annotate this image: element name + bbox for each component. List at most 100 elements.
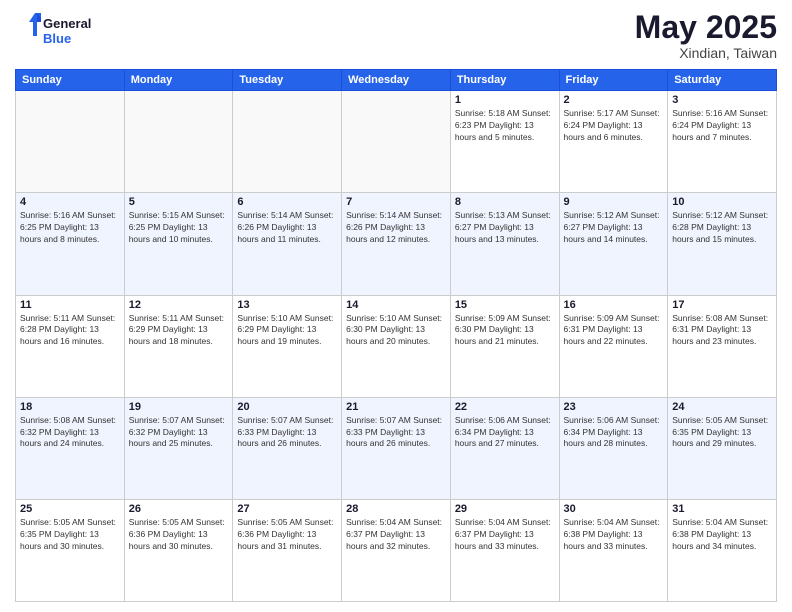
- day-info: Sunrise: 5:14 AM Sunset: 6:26 PM Dayligh…: [346, 210, 446, 246]
- day-info: Sunrise: 5:09 AM Sunset: 6:30 PM Dayligh…: [455, 313, 555, 349]
- day-info: Sunrise: 5:17 AM Sunset: 6:24 PM Dayligh…: [564, 108, 664, 144]
- day-info: Sunrise: 5:11 AM Sunset: 6:28 PM Dayligh…: [20, 313, 120, 349]
- day-info: Sunrise: 5:07 AM Sunset: 6:33 PM Dayligh…: [237, 415, 337, 451]
- table-row: 25Sunrise: 5:05 AM Sunset: 6:35 PM Dayli…: [16, 499, 125, 601]
- day-number: 6: [237, 196, 337, 208]
- day-number: 31: [672, 503, 772, 515]
- table-row: 8 Sunrise: 5:13 AM Sunset: 6:27 PM Daylig…: [450, 193, 559, 295]
- table-row: 26 Sunrise: 5:05 AM Sunset: 6:36 PM Dayli…: [124, 499, 233, 601]
- day-info: Sunrise: 5:05 AM Sunset: 6:35 PM Dayligh…: [672, 415, 772, 451]
- day-number: 28: [346, 503, 446, 515]
- day-info: Sunrise: 5:18 AM Sunset: 6:23 PM Dayligh…: [455, 108, 555, 144]
- day-number: 8: [455, 196, 555, 208]
- day-number: 7: [346, 196, 446, 208]
- day-info: Sunrise: 5:04 AM Sunset: 6:37 PM Dayligh…: [455, 517, 555, 553]
- day-number: 17: [672, 299, 772, 311]
- day-number: 4: [20, 196, 120, 208]
- table-row: 12Sunrise: 5:11 AM Sunset: 6:29 PM Dayli…: [124, 295, 233, 397]
- day-info: Sunrise: 5:15 AM Sunset: 6:25 PM Dayligh…: [129, 210, 229, 246]
- header-tuesday: Tuesday: [233, 70, 342, 91]
- day-number: 24: [672, 401, 772, 413]
- day-number: 3: [672, 94, 772, 106]
- table-row: 2 Sunrise: 5:17 AM Sunset: 6:24 PM Daylig…: [559, 91, 668, 193]
- day-info: Sunrise: 5:12 AM Sunset: 6:28 PM Dayligh…: [672, 210, 772, 246]
- header: General Blue May 2025 Xindian, Taiwan: [15, 10, 777, 61]
- table-row: 19 Sunrise: 5:07 AM Sunset: 6:32 PM Dayli…: [124, 397, 233, 499]
- day-info: Sunrise: 5:08 AM Sunset: 6:31 PM Dayligh…: [672, 313, 772, 349]
- table-row: 20 Sunrise: 5:07 AM Sunset: 6:33 PM Dayli…: [233, 397, 342, 499]
- day-info: Sunrise: 5:05 AM Sunset: 6:36 PM Dayligh…: [237, 517, 337, 553]
- table-row: 17 Sunrise: 5:08 AM Sunset: 6:31 PM Dayli…: [668, 295, 777, 397]
- day-info: Sunrise: 5:04 AM Sunset: 6:38 PM Dayligh…: [564, 517, 664, 553]
- day-number: 13: [237, 299, 337, 311]
- day-number: 30: [564, 503, 664, 515]
- day-number: 21: [346, 401, 446, 413]
- day-number: 11: [20, 299, 120, 311]
- table-row: 30 Sunrise: 5:04 AM Sunset: 6:38 PM Dayli…: [559, 499, 668, 601]
- day-info: Sunrise: 5:07 AM Sunset: 6:32 PM Dayligh…: [129, 415, 229, 451]
- table-row: 10 Sunrise: 5:12 AM Sunset: 6:28 PM Dayli…: [668, 193, 777, 295]
- table-row: 11 Sunrise: 5:11 AM Sunset: 6:28 PM Dayli…: [16, 295, 125, 397]
- day-number: 16: [564, 299, 664, 311]
- day-number: 12: [129, 299, 229, 311]
- day-info: Sunrise: 5:14 AM Sunset: 6:26 PM Dayligh…: [237, 210, 337, 246]
- table-row: 14 Sunrise: 5:10 AM Sunset: 6:30 PM Dayli…: [342, 295, 451, 397]
- day-number: 26: [129, 503, 229, 515]
- day-number: 14: [346, 299, 446, 311]
- day-info: Sunrise: 5:04 AM Sunset: 6:38 PM Dayligh…: [672, 517, 772, 553]
- day-info: Sunrise: 5:07 AM Sunset: 6:33 PM Dayligh…: [346, 415, 446, 451]
- table-row: 29 Sunrise: 5:04 AM Sunset: 6:37 PM Dayli…: [450, 499, 559, 601]
- day-info: Sunrise: 5:12 AM Sunset: 6:27 PM Dayligh…: [564, 210, 664, 246]
- day-number: 20: [237, 401, 337, 413]
- header-monday: Monday: [124, 70, 233, 91]
- table-row: 21 Sunrise: 5:07 AM Sunset: 6:33 PM Dayli…: [342, 397, 451, 499]
- day-number: 19: [129, 401, 229, 413]
- week-row-0: 1Sunrise: 5:18 AM Sunset: 6:23 PM Daylig…: [16, 91, 777, 193]
- day-info: Sunrise: 5:05 AM Sunset: 6:36 PM Dayligh…: [129, 517, 229, 553]
- location: Xindian, Taiwan: [635, 45, 777, 61]
- table-row: 13Sunrise: 5:10 AM Sunset: 6:29 PM Dayli…: [233, 295, 342, 397]
- table-row: 5 Sunrise: 5:15 AM Sunset: 6:25 PM Daylig…: [124, 193, 233, 295]
- table-row: 16 Sunrise: 5:09 AM Sunset: 6:31 PM Dayli…: [559, 295, 668, 397]
- table-row: 6 Sunrise: 5:14 AM Sunset: 6:26 PM Daylig…: [233, 193, 342, 295]
- table-row: 4 Sunrise: 5:16 AM Sunset: 6:25 PM Daylig…: [16, 193, 125, 295]
- table-row: 15 Sunrise: 5:09 AM Sunset: 6:30 PM Dayli…: [450, 295, 559, 397]
- day-number: 10: [672, 196, 772, 208]
- day-number: 22: [455, 401, 555, 413]
- header-wednesday: Wednesday: [342, 70, 451, 91]
- header-saturday: Saturday: [668, 70, 777, 91]
- page: General Blue May 2025 Xindian, Taiwan Su…: [0, 0, 792, 612]
- table-row: 31 Sunrise: 5:04 AM Sunset: 6:38 PM Dayli…: [668, 499, 777, 601]
- day-info: Sunrise: 5:16 AM Sunset: 6:25 PM Dayligh…: [20, 210, 120, 246]
- table-row: 9Sunrise: 5:12 AM Sunset: 6:27 PM Daylig…: [559, 193, 668, 295]
- table-row: [124, 91, 233, 193]
- header-friday: Friday: [559, 70, 668, 91]
- week-row-1: 4 Sunrise: 5:16 AM Sunset: 6:25 PM Daylig…: [16, 193, 777, 295]
- day-number: 23: [564, 401, 664, 413]
- table-row: 18Sunrise: 5:08 AM Sunset: 6:32 PM Dayli…: [16, 397, 125, 499]
- title-block: May 2025 Xindian, Taiwan: [635, 10, 777, 61]
- day-info: Sunrise: 5:10 AM Sunset: 6:30 PM Dayligh…: [346, 313, 446, 349]
- week-row-4: 25Sunrise: 5:05 AM Sunset: 6:35 PM Dayli…: [16, 499, 777, 601]
- weekday-header-row: Sunday Monday Tuesday Wednesday Thursday…: [16, 70, 777, 91]
- day-info: Sunrise: 5:08 AM Sunset: 6:32 PM Dayligh…: [20, 415, 120, 451]
- day-info: Sunrise: 5:06 AM Sunset: 6:34 PM Dayligh…: [564, 415, 664, 451]
- day-number: 2: [564, 94, 664, 106]
- svg-text:Blue: Blue: [43, 31, 71, 46]
- svg-text:General: General: [43, 16, 91, 31]
- day-number: 15: [455, 299, 555, 311]
- day-info: Sunrise: 5:06 AM Sunset: 6:34 PM Dayligh…: [455, 415, 555, 451]
- day-number: 29: [455, 503, 555, 515]
- table-row: 23 Sunrise: 5:06 AM Sunset: 6:34 PM Dayli…: [559, 397, 668, 499]
- day-info: Sunrise: 5:13 AM Sunset: 6:27 PM Dayligh…: [455, 210, 555, 246]
- day-number: 5: [129, 196, 229, 208]
- table-row: 22 Sunrise: 5:06 AM Sunset: 6:34 PM Dayli…: [450, 397, 559, 499]
- table-row: [233, 91, 342, 193]
- day-info: Sunrise: 5:09 AM Sunset: 6:31 PM Dayligh…: [564, 313, 664, 349]
- table-row: 24 Sunrise: 5:05 AM Sunset: 6:35 PM Dayli…: [668, 397, 777, 499]
- day-info: Sunrise: 5:04 AM Sunset: 6:37 PM Dayligh…: [346, 517, 446, 553]
- month-title: May 2025: [635, 10, 777, 45]
- table-row: 28 Sunrise: 5:04 AM Sunset: 6:37 PM Dayli…: [342, 499, 451, 601]
- day-number: 27: [237, 503, 337, 515]
- logo: General Blue: [15, 10, 105, 50]
